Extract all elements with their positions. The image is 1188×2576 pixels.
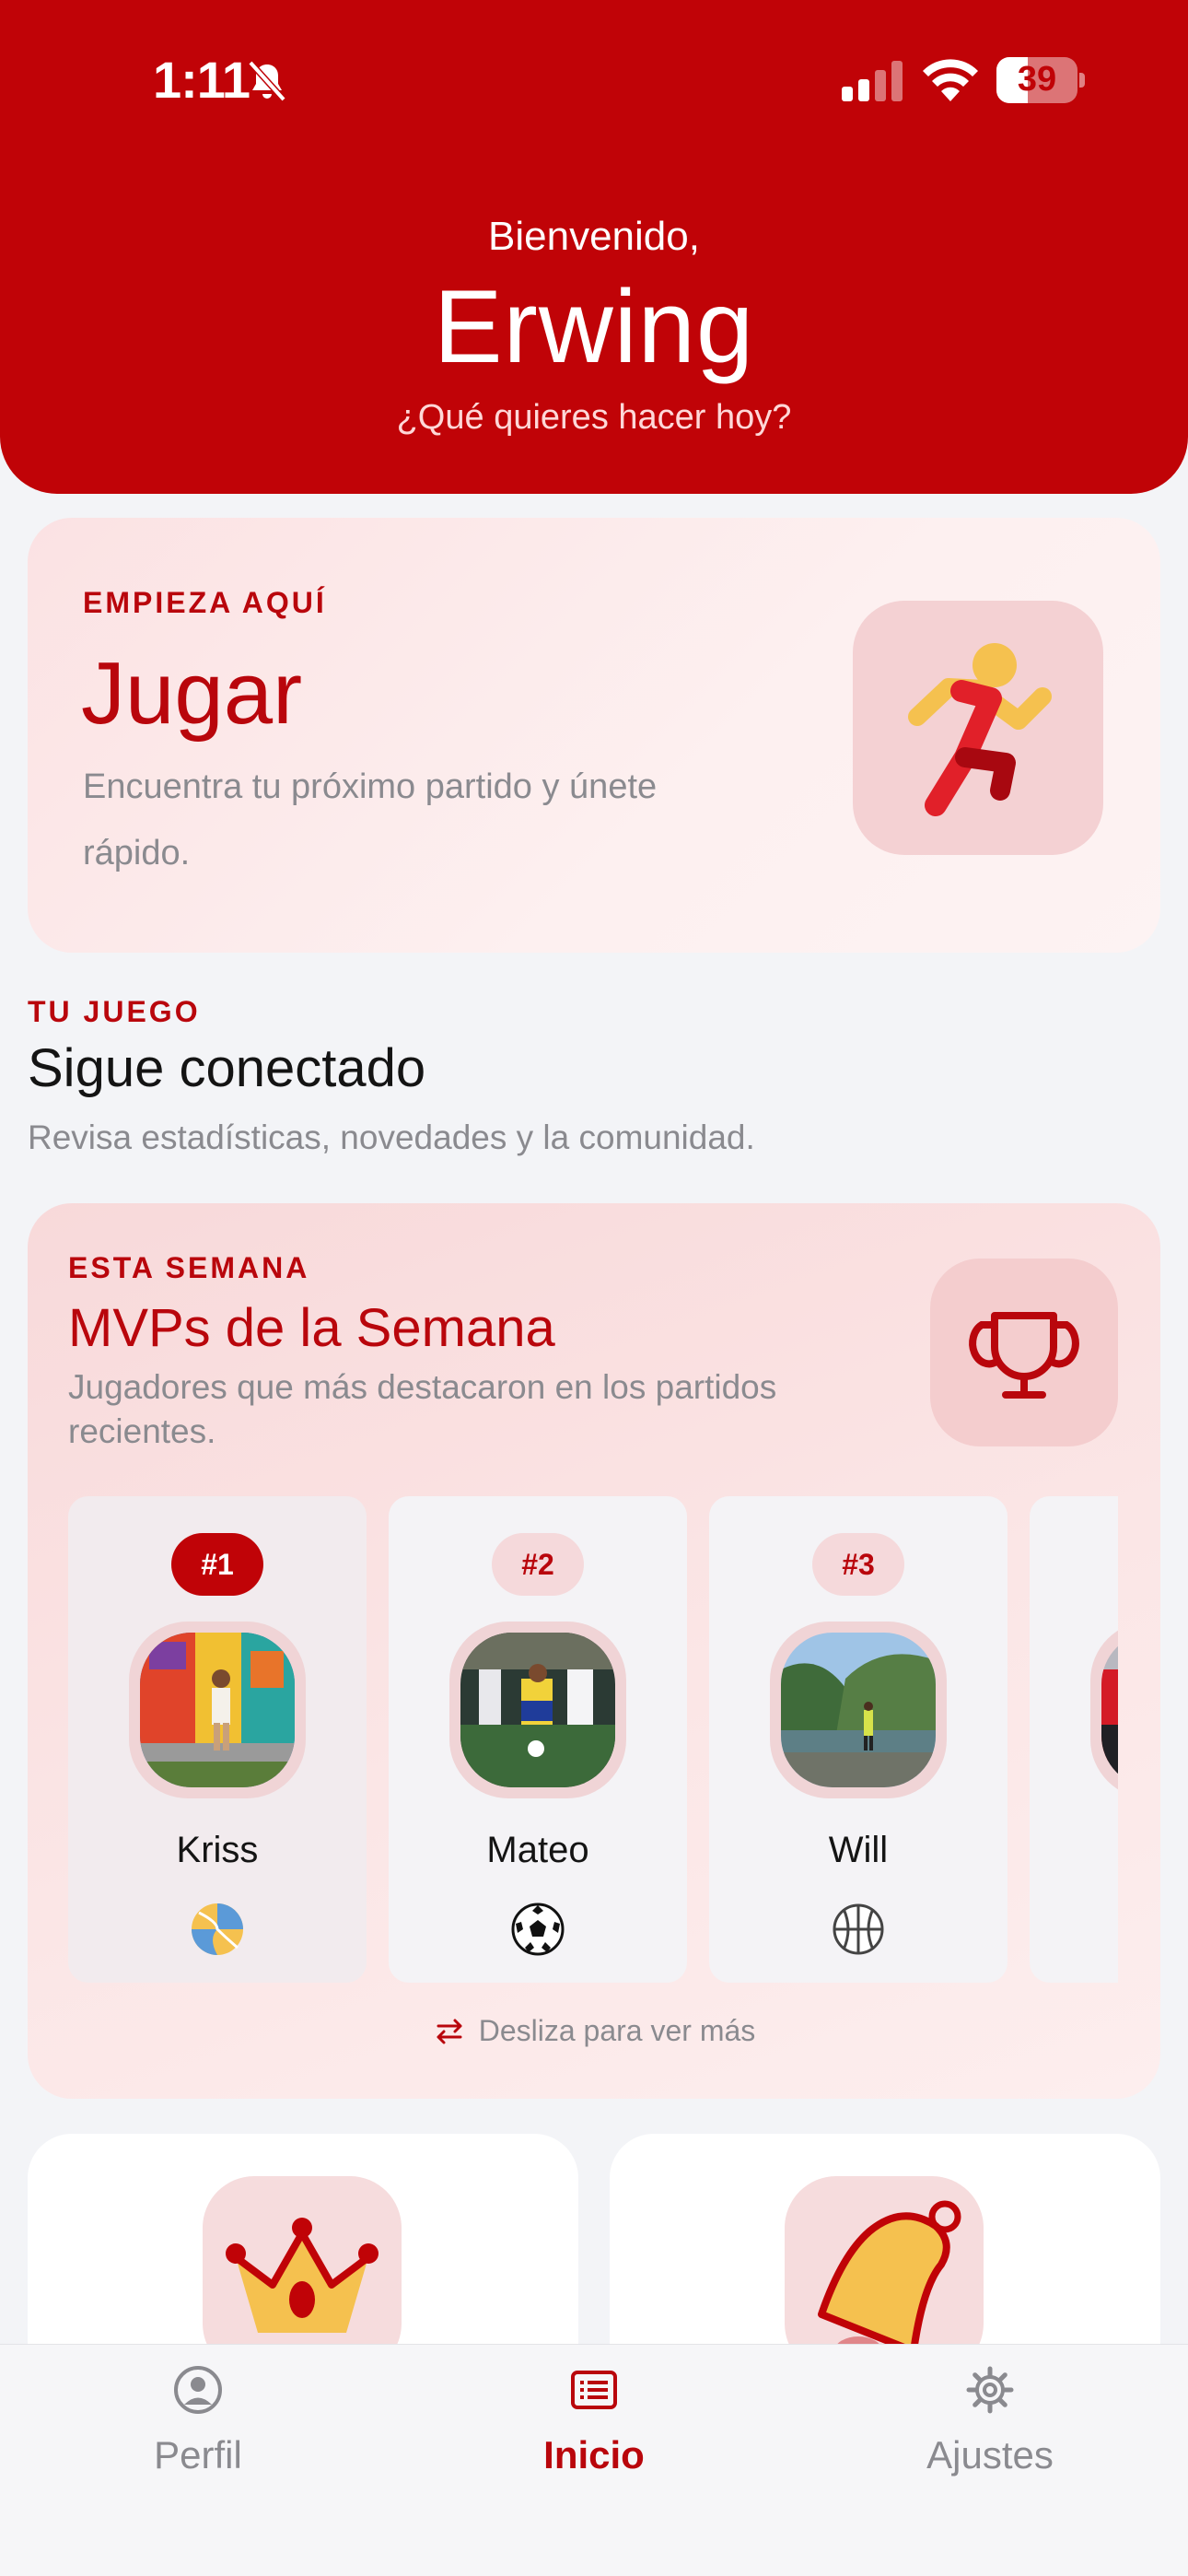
- play-title: Jugar: [81, 644, 303, 743]
- running-person-icon: [908, 643, 1052, 816]
- mvp-title: MVPs de la Semana: [68, 1298, 555, 1358]
- section-title: Sigue conectado: [28, 1038, 426, 1098]
- player-name: Kriss: [176, 1830, 259, 1870]
- gear-icon: [966, 2366, 1014, 2414]
- bottom-navigation: Perfil Inicio Ajustes: [0, 2344, 1188, 2576]
- mvp-card: ESTA SEMANA MVPs de la Semana Jugadores …: [28, 1203, 1160, 2099]
- greeting-text: Bienvenido,: [488, 214, 700, 259]
- battery-level: 39: [1017, 60, 1057, 99]
- basketball-icon: [833, 1903, 884, 1955]
- cell-signal-icon: [842, 61, 903, 101]
- swipe-hint: Desliza para ver más: [28, 2014, 1160, 2048]
- nav-settings-label: Ajustes: [926, 2433, 1054, 2476]
- avatar: [1101, 1633, 1118, 1787]
- mvp-carousel[interactable]: #1 Kriss #2 Mateo #3 Will: [68, 1496, 1118, 1985]
- mvp-player-card[interactable]: #2 Mateo: [389, 1496, 687, 1983]
- section-eyebrow: TU JUEGO: [28, 995, 201, 1028]
- player-name: Will: [828, 1830, 889, 1870]
- battery-indicator: 39: [996, 57, 1085, 103]
- tagline-text: ¿Qué quieres hacer hoy?: [396, 398, 792, 437]
- wifi-icon: [923, 59, 978, 101]
- play-card[interactable]: EMPIEZA AQUÍ Jugar Encuentra tu próximo …: [28, 518, 1160, 953]
- nav-profile[interactable]: Perfil: [0, 2345, 396, 2529]
- home-screen: 1:11 39 Bienvenido, Erwing ¿Qué quieres …: [0, 0, 1188, 2576]
- silent-bell-icon: [248, 60, 286, 102]
- trophy-tile: [930, 1259, 1118, 1446]
- swap-arrows-icon: [437, 2019, 462, 2044]
- volleyball-icon: [192, 1903, 243, 1955]
- home-list-icon: [571, 2371, 617, 2409]
- username-heading: Erwing: [433, 269, 755, 384]
- rank-badge: #1: [171, 1533, 263, 1596]
- mvp-description: Jugadores que más destacaron en los part…: [68, 1368, 777, 1450]
- play-eyebrow: EMPIEZA AQUÍ: [83, 586, 327, 619]
- rank-badge: #3: [812, 1533, 904, 1596]
- nav-home[interactable]: Inicio: [396, 2345, 792, 2529]
- nav-home-label: Inicio: [543, 2433, 645, 2476]
- avatar: [140, 1633, 295, 1787]
- soccer-ball-icon: [511, 1903, 565, 1956]
- profile-icon: [174, 2366, 222, 2414]
- mvp-eyebrow: ESTA SEMANA: [68, 1251, 310, 1284]
- trophy-icon: [969, 1312, 1079, 1399]
- player-name: Mateo: [486, 1830, 589, 1870]
- nav-profile-label: Perfil: [154, 2433, 242, 2476]
- avatar: [460, 1633, 615, 1787]
- status-time: 1:11: [153, 51, 250, 109]
- swipe-hint-text: Desliza para ver más: [478, 2014, 756, 2047]
- mvp-player-card[interactable]: [1030, 1496, 1118, 1983]
- section-description: Revisa estadísticas, novedades y la comu…: [28, 1118, 755, 1156]
- mvp-player-card[interactable]: #1 Kriss: [68, 1496, 367, 1983]
- avatar: [781, 1633, 936, 1787]
- play-icon-tile: [853, 601, 1103, 855]
- rank-badge: #2: [492, 1533, 584, 1596]
- welcome-header: 1:11 39 Bienvenido, Erwing ¿Qué quieres …: [0, 0, 1188, 494]
- play-description: Encuentra tu próximo partido y únete ráp…: [83, 767, 658, 872]
- nav-settings[interactable]: Ajustes: [792, 2345, 1188, 2529]
- mvp-player-card[interactable]: #3 Will: [709, 1496, 1007, 1983]
